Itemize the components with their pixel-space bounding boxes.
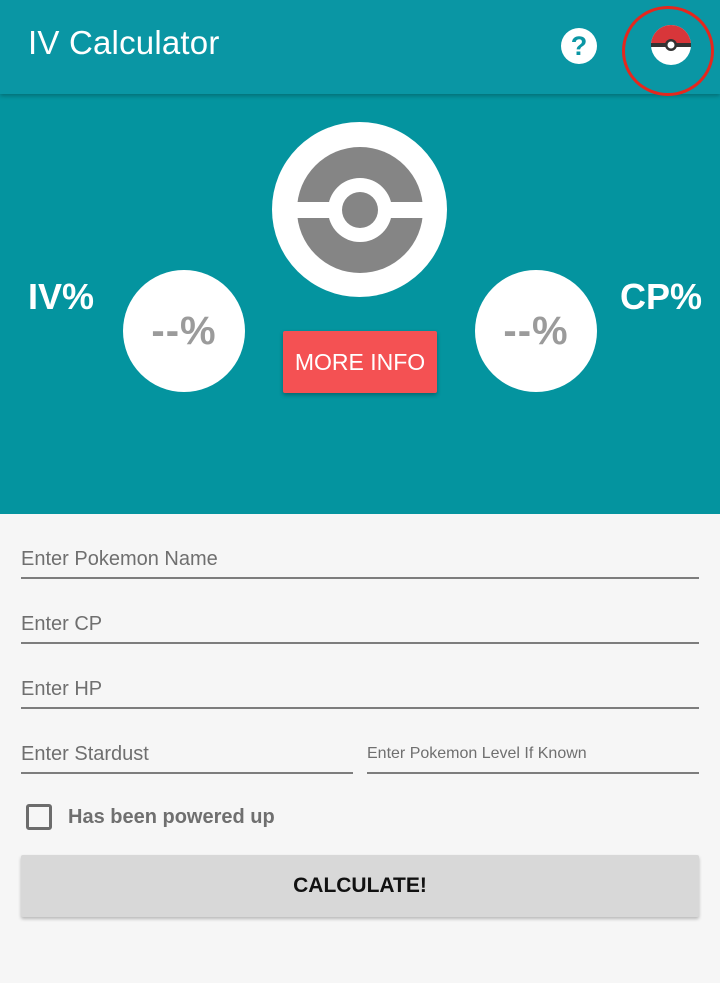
pokeball-placeholder-icon [295, 146, 424, 273]
level-input[interactable] [367, 738, 699, 770]
cp-field [21, 608, 699, 644]
app-title: IV Calculator [28, 24, 220, 61]
level-field [367, 738, 699, 774]
help-icon[interactable]: ? [561, 28, 597, 64]
stardust-input[interactable] [21, 738, 353, 770]
hp-input[interactable] [21, 673, 699, 705]
iv-percent-value: --% [123, 270, 245, 392]
powered-up-label[interactable]: Has been powered up [68, 806, 275, 829]
stardust-field [21, 738, 353, 774]
cp-percent-value: --% [475, 270, 597, 392]
hp-field [21, 673, 699, 709]
iv-percent-label: IV% [28, 276, 95, 317]
cp-input[interactable] [21, 608, 699, 640]
result-panel: IV% --% MORE INFO CP% --% [0, 94, 720, 514]
powered-up-checkbox[interactable] [26, 804, 52, 830]
calculate-button[interactable]: CALCULATE! [21, 855, 699, 917]
cp-percent-label: CP% [620, 276, 703, 317]
pokeball-icon[interactable] [650, 24, 692, 66]
pokemon-name-field [21, 543, 699, 579]
app-bar: IV Calculator ? [0, 0, 720, 96]
help-glyph: ? [570, 30, 588, 61]
powered-up-row[interactable]: Has been powered up [26, 801, 275, 833]
pokemon-name-input[interactable] [21, 543, 699, 575]
more-info-button[interactable]: MORE INFO [283, 331, 437, 393]
pokeball-placeholder [272, 122, 447, 297]
